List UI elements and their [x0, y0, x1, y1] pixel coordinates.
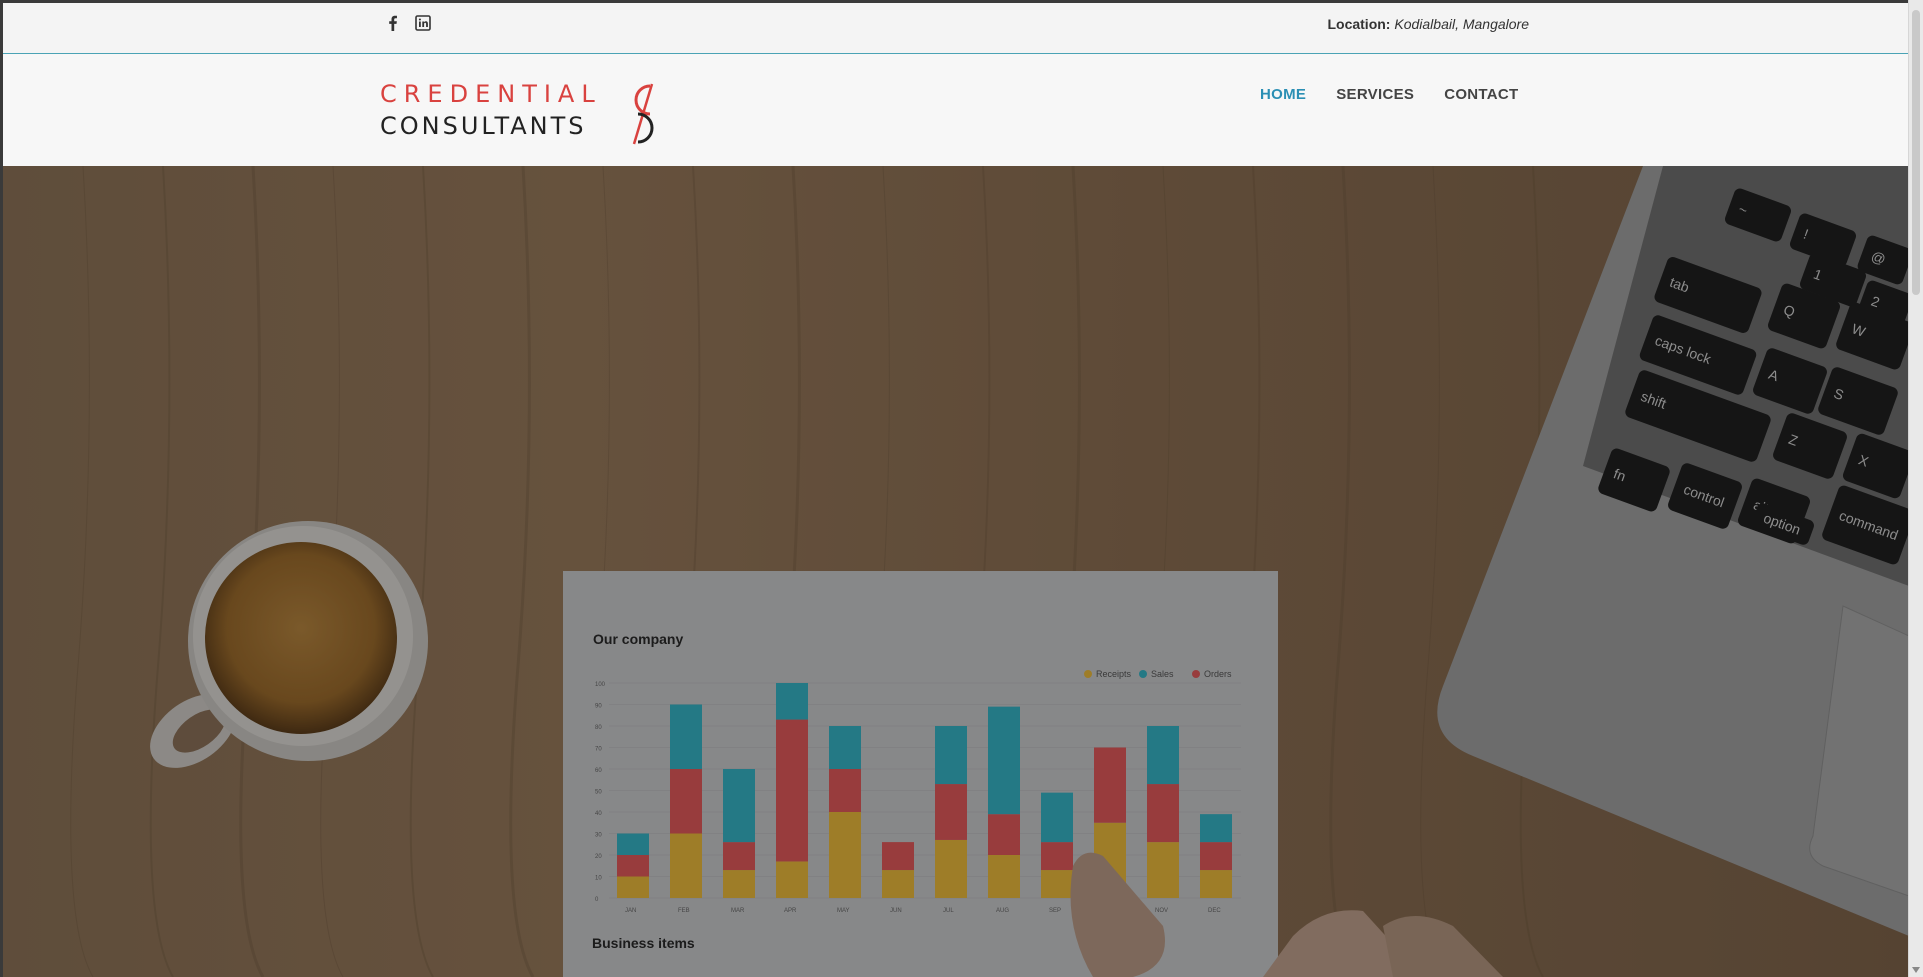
nav-contact[interactable]: CONTACT [1444, 86, 1518, 103]
vertical-scrollbar[interactable] [1908, 0, 1923, 977]
nav-home[interactable]: HOME [1260, 86, 1306, 103]
scrollbar-thumb[interactable] [1912, 10, 1920, 295]
top-bar: Location: Kodialbail, Mangalore [3, 3, 1909, 54]
location-info: Location: Kodialbail, Mangalore [1327, 16, 1529, 32]
brand-logo[interactable]: CREDENTIAL CONSULTANTS [376, 80, 666, 146]
site-header: CREDENTIAL CONSULTANTS HOME SERVICES CON… [3, 54, 1909, 166]
page: Location: Kodialbail, Mangalore CREDENTI… [0, 0, 1923, 977]
hero-image: ~!1@2tabQWcaps lockASshiftZXfncontrolalt… [3, 166, 1909, 977]
hero-photo: ~!1@2tabQWcaps lockASshiftZXfncontrolalt… [3, 166, 1909, 977]
facebook-icon[interactable] [385, 15, 401, 31]
location-label: Location: [1327, 16, 1391, 32]
logo-cd-mark-icon [632, 83, 654, 145]
main-nav: HOME SERVICES CONTACT [1260, 86, 1519, 103]
location-value: Kodialbail, Mangalore [1394, 16, 1529, 32]
scroll-down-arrow-icon[interactable] [1912, 967, 1920, 973]
logo-line-1: CREDENTIAL [380, 80, 602, 108]
nav-services[interactable]: SERVICES [1336, 86, 1414, 103]
hero-dark-overlay [3, 166, 1909, 977]
social-links [385, 15, 431, 31]
logo-line-2: CONSULTANTS [380, 112, 587, 140]
linkedin-icon[interactable] [415, 15, 431, 31]
